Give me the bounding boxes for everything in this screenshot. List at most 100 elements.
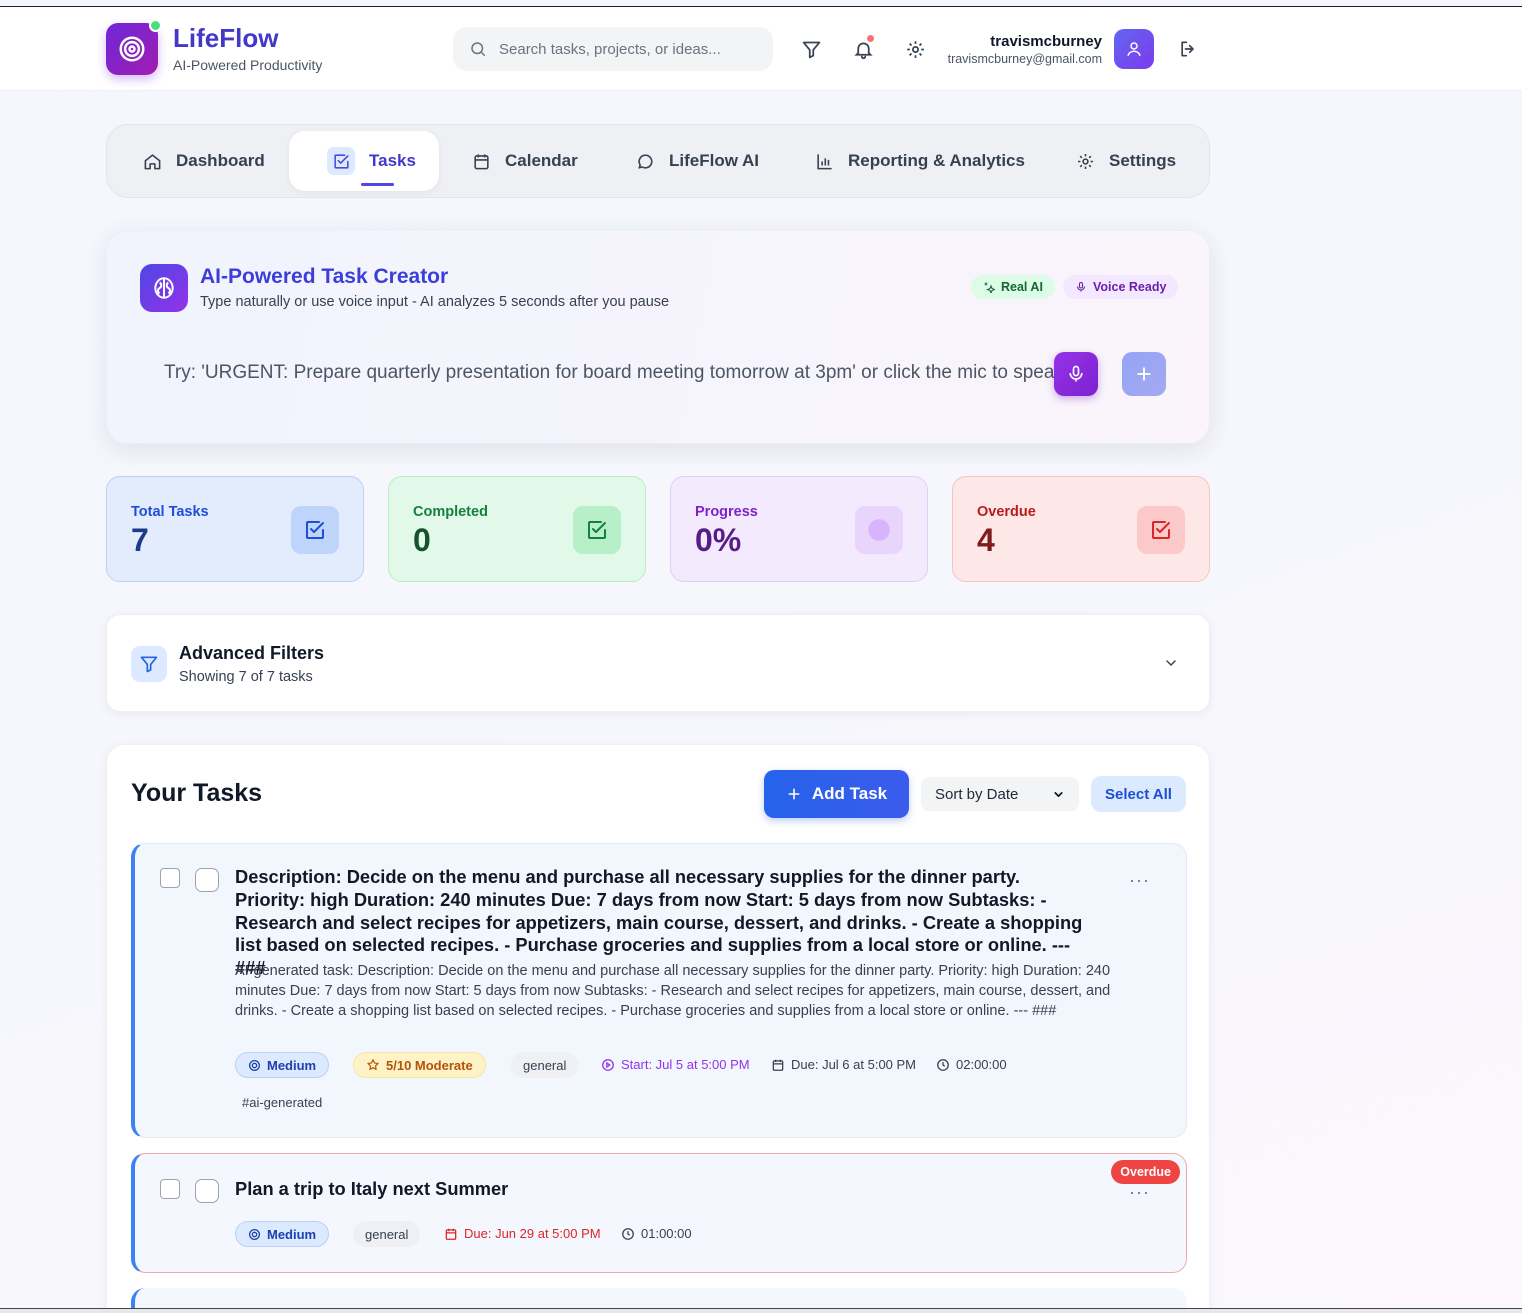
online-indicator	[149, 19, 162, 32]
stat-total-value: 7	[131, 522, 149, 558]
overdue-badge: Overdue	[1111, 1160, 1180, 1184]
creator-title: AI-Powered Task Creator	[200, 265, 449, 288]
voice-ready-label: Voice Ready	[1093, 280, 1167, 294]
stat-completed: Completed 0	[388, 476, 646, 582]
sort-select-value: Sort by Date	[935, 785, 1019, 803]
complexity-badge: 5/10 Moderate	[353, 1052, 486, 1078]
stat-completed-value: 0	[413, 522, 431, 558]
tab-tasks[interactable]: Tasks	[289, 131, 439, 191]
tab-calendar-label: Calendar	[505, 151, 578, 170]
brand-tagline: AI-Powered Productivity	[173, 57, 323, 73]
duration-label: 02:00:00	[956, 1057, 1007, 1072]
due-label: Due: Jun 29 at 5:00 PM	[464, 1226, 601, 1241]
tab-settings[interactable]: Settings	[1060, 131, 1192, 191]
create-task-button[interactable]	[1122, 352, 1166, 396]
app-logo[interactable]	[106, 19, 162, 75]
tab-calendar[interactable]: Calendar	[456, 131, 594, 191]
gear-icon	[1077, 153, 1094, 169]
tab-lifeflow-ai[interactable]: LifeFlow AI	[620, 131, 775, 191]
priority-badge: Medium	[235, 1052, 330, 1078]
due-label: Due: Jul 6 at 5:00 PM	[791, 1057, 917, 1072]
stat-progress: Progress 0%	[670, 476, 928, 582]
stat-progress-value: 0%	[695, 522, 742, 558]
task-start-date: Start: Jul 5 at 5:00 PM	[601, 1057, 750, 1072]
filter-icon	[802, 41, 820, 58]
chevron-down-icon	[1054, 791, 1063, 797]
star-icon	[367, 1059, 379, 1071]
notification-dot	[867, 35, 874, 42]
start-label: Start: Jul 5 at 5:00 PM	[621, 1057, 750, 1072]
check-square-icon	[327, 147, 355, 175]
brain-icon	[140, 264, 188, 312]
task-more-menu[interactable]: ···	[1129, 1182, 1150, 1203]
check-square-icon	[291, 506, 339, 554]
chevron-down-icon[interactable]	[1163, 655, 1179, 676]
advanced-filters-panel[interactable]: Advanced Filters Showing 7 of 7 tasks	[106, 614, 1210, 712]
window-bottom-border	[0, 1308, 1522, 1313]
tab-reporting-label: Reporting & Analytics	[848, 151, 1025, 170]
avatar[interactable]	[1114, 29, 1154, 69]
add-task-label: Add Task	[811, 784, 888, 803]
play-circle-icon	[602, 1058, 614, 1071]
task-tag[interactable]: #ai-generated	[232, 1089, 332, 1115]
voice-ready-badge: Voice Ready	[1063, 275, 1179, 299]
task-more-menu[interactable]: ···	[1129, 870, 1150, 891]
task-title[interactable]: Plan a trip to Italy next Summer	[235, 1178, 1095, 1201]
plus-icon	[788, 788, 800, 800]
settings-button[interactable]	[903, 37, 927, 61]
user-name: travismcburney	[990, 33, 1102, 50]
stat-overdue-label: Overdue	[977, 504, 1036, 520]
add-task-button[interactable]: Add Task	[764, 770, 909, 818]
task-select-checkbox[interactable]	[160, 1179, 180, 1199]
tab-tasks-label: Tasks	[369, 151, 416, 170]
notifications-button[interactable]	[851, 35, 875, 61]
active-tab-indicator	[361, 183, 394, 186]
user-icon	[1127, 42, 1141, 56]
tab-settings-label: Settings	[1109, 151, 1177, 170]
task-complete-checkbox[interactable]	[195, 1179, 219, 1203]
user-email: travismcburney@gmail.com	[947, 52, 1102, 66]
logout-button[interactable]	[1176, 37, 1200, 61]
tab-reporting[interactable]: Reporting & Analytics	[799, 131, 1041, 191]
chat-bubble-icon	[638, 153, 653, 169]
search-input[interactable]	[499, 40, 769, 58]
logout-icon	[1181, 41, 1194, 57]
tab-lifeflow-ai-label: LifeFlow AI	[669, 151, 760, 170]
select-all-button[interactable]: Select All	[1091, 776, 1186, 812]
task-card[interactable]: Description: Decide on the menu and purc…	[131, 843, 1187, 1138]
tasks-title: Your Tasks	[131, 779, 263, 807]
bar-chart-icon	[817, 153, 832, 169]
clock-icon	[937, 1058, 949, 1071]
sort-select[interactable]: Sort by Date	[921, 777, 1079, 811]
target-icon	[119, 36, 145, 62]
task-due-date: Due: Jul 6 at 5:00 PM	[771, 1057, 916, 1072]
brand-name: LifeFlow	[173, 23, 279, 53]
app-header: LifeFlow AI-Powered Productivity travism…	[0, 7, 1522, 91]
search-icon	[471, 42, 486, 57]
calendar-icon	[474, 153, 489, 169]
filters-title: Advanced Filters	[179, 643, 325, 663]
task-card[interactable]: Plan a trip to Italy next Summer Overdue…	[131, 1153, 1187, 1273]
category-badge: general	[511, 1052, 579, 1078]
task-select-checkbox[interactable]	[160, 868, 180, 888]
task-natural-input[interactable]: Try: 'URGENT: Prepare quarterly presenta…	[164, 351, 1054, 395]
tasks-panel: Your Tasks Add Task Sort by Date Select …	[106, 744, 1210, 1313]
home-icon	[144, 153, 161, 169]
priority-label: Medium	[267, 1057, 317, 1073]
gear-icon	[906, 40, 924, 58]
task-duration: 02:00:00	[936, 1057, 1007, 1072]
calendar-icon	[772, 1059, 784, 1071]
filter-button[interactable]	[799, 37, 823, 61]
category-badge: general	[353, 1221, 421, 1247]
tab-dashboard[interactable]: Dashboard	[127, 131, 281, 191]
microphone-icon	[1069, 365, 1083, 382]
voice-input-button[interactable]	[1054, 352, 1098, 396]
stat-overdue: Overdue 4	[952, 476, 1210, 582]
filter-icon	[131, 646, 167, 682]
task-complete-checkbox[interactable]	[195, 868, 219, 892]
real-ai-badge: Real AI	[971, 275, 1055, 299]
ai-task-creator: AI-Powered Task Creator Type naturally o…	[106, 230, 1210, 444]
sparkle-icon	[984, 282, 995, 293]
task-duration: 01:00:00	[621, 1226, 692, 1241]
global-search[interactable]	[453, 27, 773, 71]
